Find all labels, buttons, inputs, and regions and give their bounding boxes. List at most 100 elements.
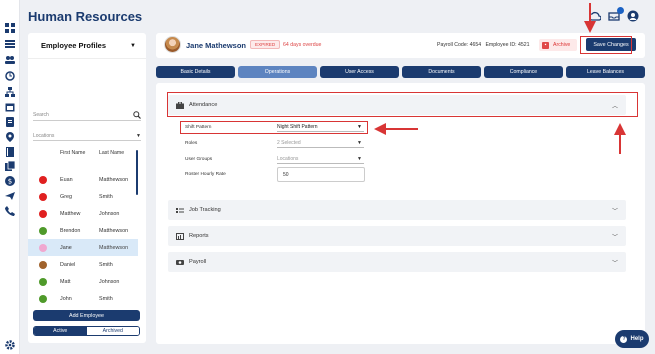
chevron-down-icon[interactable]: ﹀ [612, 206, 618, 215]
avatar [164, 36, 181, 53]
user-groups-value: Locations [277, 156, 299, 162]
status-dot [39, 260, 47, 269]
status-dot [39, 175, 47, 184]
inbox-icon[interactable] [608, 7, 624, 22]
employee-row[interactable]: John Smith [28, 290, 138, 307]
phone-icon[interactable] [5, 206, 15, 216]
accordion-attendance[interactable]: Attendance ︿ [168, 95, 626, 115]
money-icon[interactable]: $ [5, 176, 15, 186]
briefcase-icon [176, 101, 184, 109]
accordion-title: Payroll [189, 259, 207, 265]
employee-last-name: Smith [99, 261, 113, 268]
caret-down-icon: ▼ [136, 132, 141, 139]
employee-first-name: Matthew [60, 210, 81, 217]
cloud-icon[interactable] [589, 10, 601, 22]
profile-select-label: Employee Profiles [41, 41, 107, 50]
accordion-title: Attendance [189, 102, 218, 108]
employee-last-name: Johnson [99, 210, 120, 217]
status-dot [39, 243, 47, 252]
roles-value: 2 Selected [277, 140, 301, 146]
user-groups-label: User Groups [185, 157, 213, 162]
files-icon[interactable] [5, 161, 15, 171]
search-input[interactable]: Search [33, 109, 141, 121]
document-icon[interactable] [5, 117, 15, 127]
gear-icon[interactable] [5, 340, 15, 350]
calendar-icon[interactable] [5, 102, 15, 112]
profile-type-select[interactable]: Employee Profiles ▼ [28, 33, 146, 59]
search-icon[interactable] [133, 110, 141, 119]
user-groups-select[interactable]: Locations ▼ [277, 155, 364, 164]
accordion-title: Reports [189, 233, 209, 239]
archive-label: Archive [553, 42, 571, 48]
clock-icon[interactable] [5, 71, 15, 81]
employee-header: Jane Mathewson EXPIRED 64 days overdue P… [156, 33, 645, 58]
column-last-name[interactable]: Last Name [99, 150, 129, 157]
tab-user-access[interactable]: User Access [320, 66, 399, 78]
plane-icon[interactable] [5, 191, 15, 201]
employee-row[interactable]: Brendon Matthewson [28, 222, 138, 239]
employee-last-name: Matthewson [99, 244, 129, 251]
employee-first-name: John [60, 295, 72, 302]
employee-row[interactable]: Euan Matthewson [28, 171, 138, 188]
notification-dot [617, 7, 624, 14]
status-dot [39, 277, 47, 286]
overdue-text: 64 days overdue [283, 42, 322, 48]
tab-basic-details[interactable]: Basic Details [156, 66, 235, 78]
toggle-archived[interactable]: Archived [86, 327, 139, 335]
accordion-job-tracking[interactable]: Job Tracking ﹀ [168, 200, 626, 220]
location-pin-icon[interactable] [5, 132, 15, 142]
add-employee-button[interactable]: Add Employee [33, 310, 140, 321]
tab-leave-balances[interactable]: Leave Balances [566, 66, 645, 78]
employee-row[interactable]: Daniel Smith [28, 256, 138, 273]
accordion-reports[interactable]: Reports ﹀ [168, 226, 626, 246]
employee-name: Jane Mathewson [186, 41, 247, 50]
user-icon[interactable] [627, 10, 639, 22]
shift-pattern-value: Night Shift Pattern [277, 124, 318, 130]
caret-down-icon: ▼ [357, 156, 362, 162]
profile-tabs: Basic Details Operations User Access Doc… [156, 66, 645, 78]
search-placeholder: Search [33, 111, 49, 118]
active-archived-toggle: Active Archived [33, 326, 140, 336]
chevron-down-icon[interactable]: ﹀ [612, 258, 618, 267]
archive-button[interactable]: ▪ Archive [539, 39, 577, 51]
help-button[interactable]: ? Help [615, 330, 649, 348]
column-first-name[interactable]: First Name [60, 150, 90, 157]
employee-first-name: Greg [60, 193, 72, 200]
accordion-payroll[interactable]: Payroll ﹀ [168, 252, 626, 272]
employee-first-name: Matt [60, 278, 71, 285]
status-dot [39, 209, 47, 218]
chevron-up-icon[interactable]: ︿ [612, 101, 618, 110]
dashboard-icon[interactable] [5, 23, 15, 33]
tab-documents[interactable]: Documents [402, 66, 481, 78]
save-changes-button[interactable]: Save Changes [586, 38, 636, 51]
shift-pattern-label: Shift Pattern [185, 125, 212, 130]
employee-first-name: Jane [60, 244, 72, 251]
operations-panel: Attendance ︿ Shift Pattern Night Shift P… [156, 83, 645, 344]
chevron-down-icon[interactable]: ﹀ [612, 232, 618, 241]
employee-last-name: Matthewson [99, 227, 129, 234]
toggle-active[interactable]: Active [34, 327, 87, 335]
users-icon[interactable] [5, 55, 15, 65]
tab-operations[interactable]: Operations [238, 66, 317, 78]
employee-last-name: Smith [99, 193, 113, 200]
help-icon: ? [620, 335, 628, 343]
book-icon[interactable] [5, 147, 15, 157]
org-chart-icon[interactable] [5, 87, 15, 97]
roster-rate-label: Roster Hourly Rate [185, 172, 226, 177]
employee-row[interactable]: Matthew Johnson [28, 205, 138, 222]
shift-pattern-select[interactable]: Night Shift Pattern ▼ [277, 123, 364, 132]
employee-first-name: Brendon [60, 227, 81, 234]
list-icon[interactable] [5, 39, 15, 49]
employee-row[interactable]: Greg Smith [28, 188, 138, 205]
employee-last-name: Matthewson [99, 176, 129, 183]
accordion-title: Job Tracking [189, 207, 221, 213]
status-dot [39, 294, 47, 303]
roles-select[interactable]: 2 Selected ▼ [277, 139, 364, 148]
tab-compliance[interactable]: Compliance [484, 66, 563, 78]
locations-select[interactable]: Locations ▼ [33, 131, 141, 141]
employee-row[interactable]: Matt Johnson [28, 273, 138, 290]
caret-down-icon: ▼ [357, 124, 362, 130]
employee-row[interactable]: Jane Matthewson [28, 239, 138, 256]
status-dot [39, 226, 47, 235]
roster-rate-input[interactable]: 50 [277, 167, 365, 182]
